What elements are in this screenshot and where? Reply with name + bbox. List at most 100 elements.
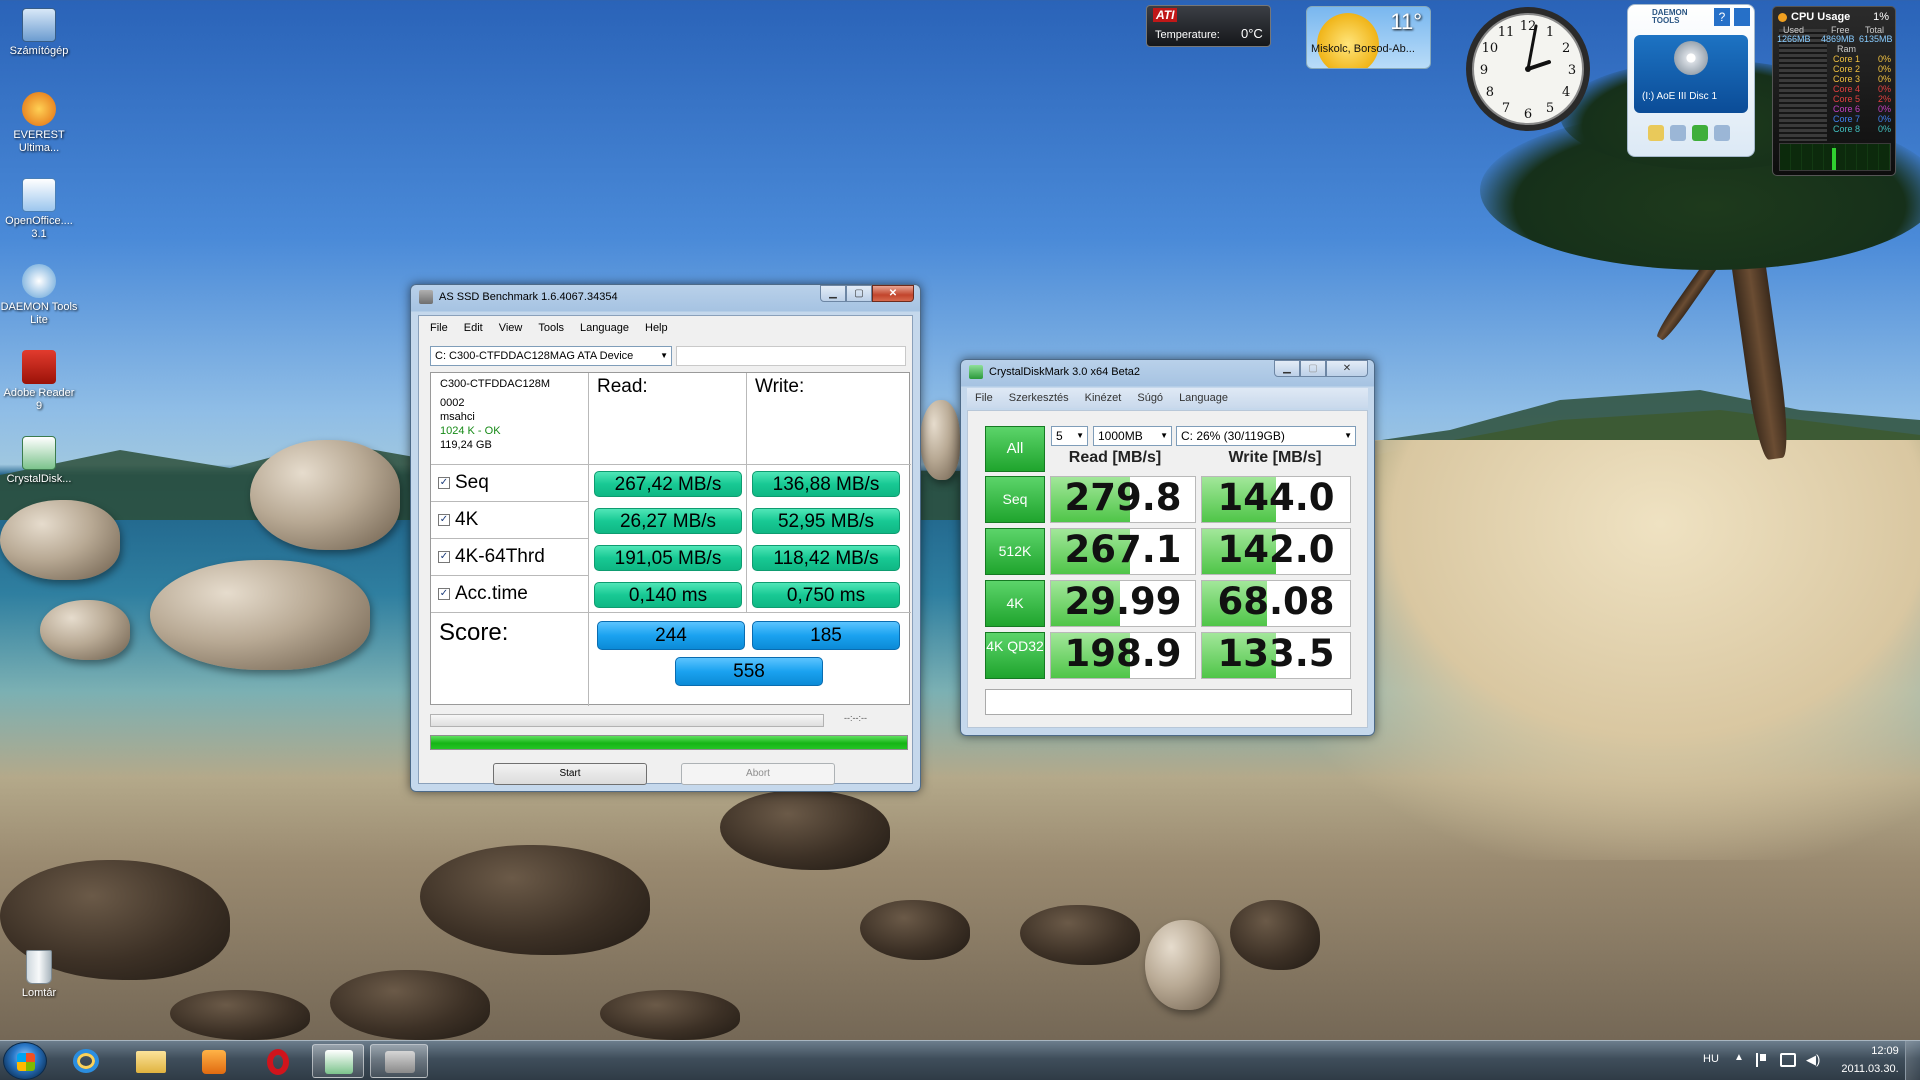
test-size-select[interactable]: 1000MB ▼ — [1093, 426, 1172, 446]
volume-icon[interactable]: ◀) — [1806, 1052, 1820, 1068]
clock-gadget[interactable]: 12 1234567891011 — [1463, 4, 1593, 134]
windows-logo-icon — [17, 1053, 35, 1071]
all-button[interactable]: All — [985, 426, 1045, 472]
start-button[interactable]: Start — [493, 763, 647, 785]
write-header-cell: Write: — [747, 373, 911, 465]
menu-file[interactable]: File — [967, 392, 1001, 404]
cpu-core-name: Core 1 — [1833, 54, 1861, 64]
test-progress-bar — [430, 714, 824, 727]
acc-time-checkbox[interactable]: ✓ — [438, 588, 450, 600]
input-language-indicator[interactable]: HU — [1703, 1053, 1719, 1065]
daemon-drive-panel[interactable]: (I:) AoE III Disc 1 — [1634, 35, 1748, 113]
settings-icon[interactable] — [1734, 8, 1750, 26]
help-icon[interactable]: ? — [1714, 8, 1730, 26]
drive-select[interactable]: C: 26% (30/119GB) ▼ — [1176, 426, 1356, 446]
taskbar-crystaldiskmark[interactable] — [312, 1044, 364, 1078]
menu-sugo[interactable]: Súgó — [1129, 392, 1171, 404]
menu-edit[interactable]: Edit — [456, 322, 491, 334]
seq-test-button[interactable]: Seq — [985, 476, 1045, 523]
desktop-icon-daemon[interactable]: DAEMON Tools Lite — [0, 264, 78, 327]
maximize-button[interactable]: ▢ — [846, 285, 872, 302]
desktop-icon-computer[interactable]: Számítógép — [0, 8, 78, 58]
desktop-icon-everest[interactable]: EVEREST Ultima... — [0, 92, 78, 155]
cpu-core-value: 0% — [1877, 84, 1891, 94]
close-button[interactable]: ✕ — [872, 285, 914, 302]
image-catalog-icon[interactable] — [1670, 125, 1686, 141]
dark-rock — [1020, 905, 1140, 965]
cdm-window-controls: ▁ ▢ ✕ — [1274, 360, 1368, 377]
action-center-flag-icon[interactable] — [1756, 1053, 1768, 1067]
taskbar-internet-explorer[interactable] — [60, 1044, 112, 1078]
rock — [40, 600, 130, 660]
mount-icon[interactable] — [1648, 125, 1664, 141]
dark-rock — [170, 990, 310, 1040]
4k-read-value: 26,27 MB/s — [594, 508, 742, 534]
desktop-icon-label: CrystalDisk... — [6, 473, 72, 485]
daemon-tools-gadget[interactable]: DAEMON TOOLS ? (I:) AoE III Disc 1 — [1627, 4, 1755, 157]
taskbar-date[interactable]: 2011.03.30. — [1836, 1063, 1904, 1075]
512k-test-button[interactable]: 512K — [985, 528, 1045, 575]
drive-select[interactable]: C: C300-CTFDDAC128MAG ATA Device ▼ — [430, 346, 672, 366]
drive-size: 119,24 GB — [440, 439, 492, 451]
network-icon[interactable] — [1780, 1053, 1796, 1067]
menu-language[interactable]: Language — [1171, 392, 1236, 404]
abort-button[interactable]: Abort — [681, 763, 835, 785]
acc-time-write-value: 0,750 ms — [752, 582, 900, 608]
menu-language[interactable]: Language — [572, 322, 637, 334]
menu-file[interactable]: File — [422, 322, 456, 334]
desktop-icon-openoffice[interactable]: OpenOffice.... 3.1 — [0, 178, 78, 241]
chevron-down-icon: ▼ — [660, 351, 668, 360]
show-desktop-button[interactable] — [1905, 1041, 1920, 1080]
rock — [1145, 920, 1220, 1010]
desktop-icon-recycle-bin[interactable]: Lomtár — [0, 950, 78, 1000]
seq-read-value: 267,42 MB/s — [594, 471, 742, 497]
4k-test-button[interactable]: 4K — [985, 580, 1045, 627]
cpu-core-name: Core 7 — [1833, 114, 1861, 124]
maximize-button[interactable]: ▢ — [1300, 360, 1326, 377]
512k-read-value: 267.1 — [1050, 528, 1196, 575]
cpu-usage-gadget[interactable]: CPU Usage 1% Used Free Total 1266MB 4869… — [1772, 6, 1896, 176]
clock-numeral: 4 — [1562, 85, 1570, 100]
crystaldiskmark-window[interactable]: CrystalDiskMark 3.0 x64 Beta2 ▁ ▢ ✕ File… — [960, 359, 1375, 736]
4k-write-value: 52,95 MB/s — [752, 508, 900, 534]
weather-gadget[interactable]: 11° Miskolc, Borsod-Ab... — [1306, 6, 1431, 69]
ati-temperature-gadget[interactable]: ATI Temperature: 0°C — [1146, 5, 1271, 47]
start-button[interactable] — [3, 1042, 47, 1080]
drive-path-field[interactable] — [676, 346, 906, 366]
4k-64thrd-checkbox[interactable]: ✓ — [438, 551, 450, 563]
show-hidden-icons-icon[interactable]: ▲ — [1734, 1052, 1744, 1063]
as-ssd-window[interactable]: AS SSD Benchmark 1.6.4067.34354 ▁ ▢ ✕ Fi… — [410, 284, 921, 792]
clock-numeral: 3 — [1568, 63, 1576, 78]
comment-field[interactable] — [985, 689, 1352, 715]
remove-drive-icon[interactable] — [1714, 125, 1730, 141]
taskbar-explorer[interactable] — [124, 1044, 176, 1078]
cdm-menubar: File Szerkesztés Kinézet Súgó Language — [967, 388, 1368, 408]
mem-free-value: 4869MB — [1821, 34, 1855, 44]
minimize-button[interactable]: ▁ — [820, 285, 846, 302]
write-header: Write: — [755, 376, 805, 397]
test-count-select[interactable]: 5 ▼ — [1051, 426, 1088, 446]
taskbar-opera[interactable] — [252, 1044, 304, 1078]
daemon-drive-label: (I:) AoE III Disc 1 — [1642, 91, 1718, 102]
close-button[interactable]: ✕ — [1326, 360, 1368, 377]
daemon-toolbar — [1648, 125, 1730, 141]
taskbar-media-player[interactable] — [188, 1044, 240, 1078]
taskbar: HU ▲ ◀) 12:09 2011.03.30. — [0, 1040, 1920, 1080]
minimize-button[interactable]: ▁ — [1274, 360, 1300, 377]
crystaldisk-icon — [325, 1050, 353, 1074]
as-ssd-app-icon — [419, 290, 433, 304]
taskbar-as-ssd[interactable] — [370, 1044, 428, 1078]
seq-checkbox[interactable]: ✓ — [438, 477, 450, 489]
desktop-icon-adobe-reader[interactable]: Adobe Reader 9 — [0, 350, 78, 413]
menu-szerkesztes[interactable]: Szerkesztés — [1001, 392, 1077, 404]
menu-kinezet[interactable]: Kinézet — [1077, 392, 1130, 404]
4k-qd32-test-button[interactable]: 4K QD32 — [985, 632, 1045, 679]
add-drive-icon[interactable] — [1692, 125, 1708, 141]
menu-tools[interactable]: Tools — [530, 322, 572, 334]
menu-help[interactable]: Help — [637, 322, 676, 334]
menu-view[interactable]: View — [491, 322, 531, 334]
drive-select-value: C: C300-CTFDDAC128MAG ATA Device — [435, 350, 634, 362]
desktop-icon-crystaldisk[interactable]: CrystalDisk... — [0, 436, 78, 486]
cpu-usage-title: CPU Usage — [1791, 11, 1851, 23]
4k-checkbox[interactable]: ✓ — [438, 514, 450, 526]
